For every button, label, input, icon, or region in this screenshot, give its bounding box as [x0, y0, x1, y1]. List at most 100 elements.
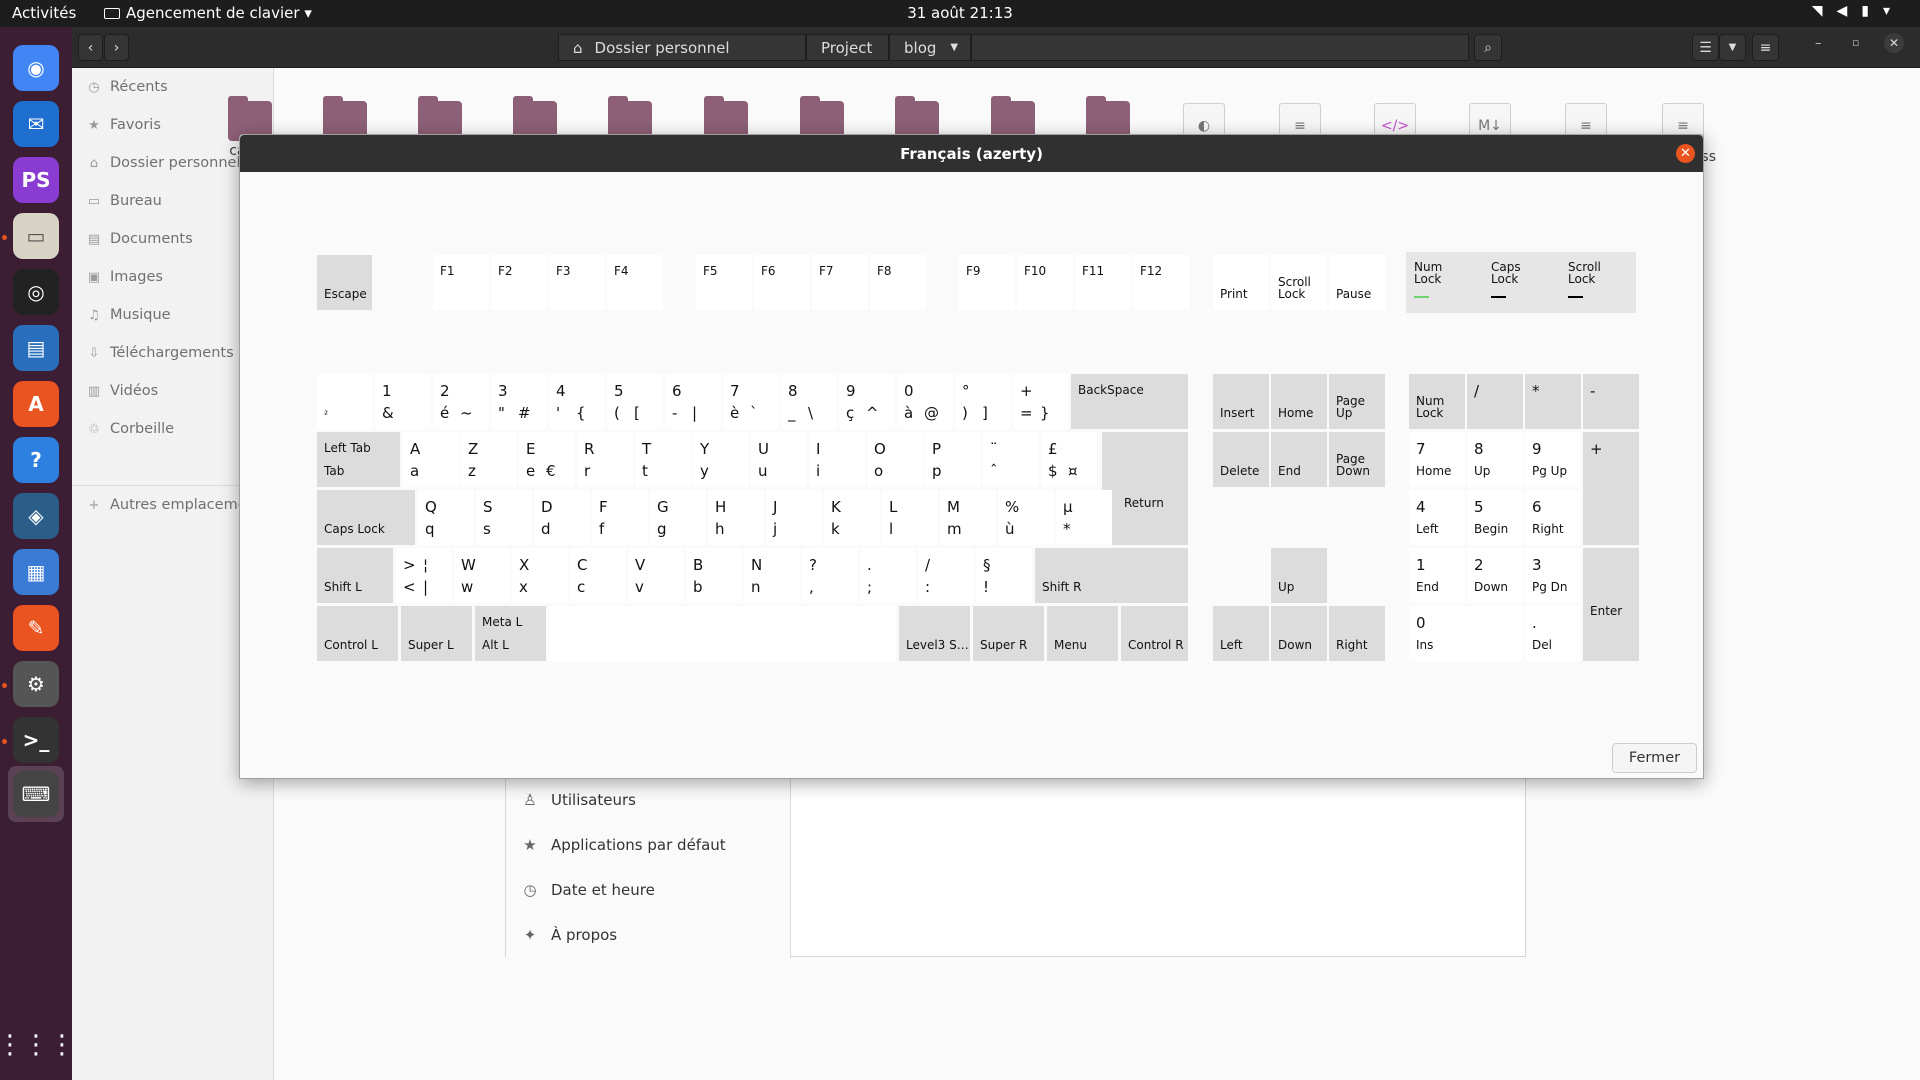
- download-icon: ⇩: [88, 345, 100, 361]
- dock-drawing[interactable]: ✎: [8, 600, 64, 656]
- key-label: Tab: [324, 464, 345, 478]
- key-numpad-k8: 8 Up: [1467, 432, 1523, 487]
- settings-item-about[interactable]: ✦ À propos: [521, 920, 617, 950]
- key-numpad-enter: Enter: [1583, 548, 1639, 661]
- key-label: v: [635, 578, 644, 596]
- key-pgup: Page Up: [1329, 374, 1385, 429]
- key-numpad-div: /: [1467, 374, 1523, 429]
- key-space: [549, 606, 896, 661]
- dock-files[interactable]: ▭: [8, 208, 64, 264]
- key-numpad-mul: *: [1525, 374, 1581, 429]
- key-label: Left: [1416, 522, 1439, 536]
- dock-screenshot[interactable]: ▦: [8, 544, 64, 600]
- dock-mysql-workbench[interactable]: ◈: [8, 488, 64, 544]
- minimize-button[interactable]: –: [1815, 36, 1822, 51]
- path-bar-empty[interactable]: [971, 34, 1469, 61]
- key-label: P: [932, 440, 942, 458]
- key-label: 8: [788, 382, 798, 400]
- key-shift-r: Shift R: [1035, 548, 1188, 603]
- menu-button[interactable]: ≡: [1752, 34, 1779, 61]
- key-label: K: [831, 498, 841, 516]
- key-label: +: [1590, 440, 1603, 458]
- key-f4: F4: [607, 255, 663, 310]
- clock-icon: ◷: [88, 79, 100, 95]
- keyboard-layout-dialog: Français (azerty) ✕ Escape F1 F2 F3 F4 F5 F6 F7…: [239, 134, 1704, 779]
- dock-help[interactable]: ?: [8, 432, 64, 488]
- key-label: £: [1048, 440, 1058, 458]
- key-row3: Gg: [650, 490, 706, 545]
- search-button[interactable]: ⌕: [1474, 34, 1502, 61]
- dialog-close-button[interactable]: ✕: [1676, 144, 1695, 163]
- key-num-lock: Num Lock: [1409, 374, 1465, 429]
- dock-keyboard-layout[interactable]: ⌨: [8, 766, 64, 822]
- key-label: e: [526, 462, 536, 480]
- key-label: F2: [498, 264, 513, 278]
- wifi-icon: ◥: [1811, 3, 1837, 19]
- key-label: Left Tab: [324, 441, 371, 455]
- key-label: o: [874, 462, 884, 480]
- chevron-right-icon: ›: [113, 39, 120, 56]
- key-label: %: [1005, 498, 1020, 516]
- breadcrumb-blog[interactable]: blog ▼: [889, 34, 971, 61]
- window-close-button[interactable]: ✕: [1884, 33, 1904, 53]
- dock-settings[interactable]: ⚙: [8, 656, 64, 712]
- key-label: Return: [1124, 496, 1164, 510]
- back-button[interactable]: ‹: [78, 34, 103, 61]
- forward-button[interactable]: ›: [104, 34, 129, 61]
- keyboard-layout-menu[interactable]: Agencement de clavier ▾: [104, 4, 312, 22]
- view-options-button[interactable]: ▼: [1719, 34, 1746, 61]
- key-backspace: BackSpace: [1071, 374, 1188, 429]
- dock-thunderbird[interactable]: ✉: [8, 96, 64, 152]
- search-icon: ⌕: [1484, 39, 1492, 56]
- key-left: Left: [1213, 606, 1269, 661]
- led-panel: Num Lock Caps Lock Scroll Lock: [1406, 252, 1636, 313]
- sidebar-item-label: Musique: [110, 307, 171, 323]
- key-label: 6: [1532, 498, 1542, 516]
- settings-item-default-apps[interactable]: ★ Applications par défaut: [521, 830, 725, 860]
- key-label: &: [382, 404, 394, 422]
- maximize-button[interactable]: ▫: [1852, 36, 1859, 49]
- key-label: <: [403, 578, 416, 596]
- key-row1: °)]: [955, 374, 1011, 429]
- key-label: ": [498, 404, 505, 422]
- key-row1: 0 à @: [897, 374, 953, 429]
- key-control-l: Control L: [317, 606, 398, 661]
- key-label: C: [577, 556, 588, 574]
- activities-button[interactable]: Activités: [12, 4, 76, 22]
- key-row2: Ee €: [519, 432, 575, 487]
- clock[interactable]: 31 août 21:13: [907, 4, 1013, 22]
- home-icon: ⌂: [89, 155, 99, 171]
- key-row3: µ *: [1056, 490, 1112, 545]
- key-f12: F12: [1133, 255, 1189, 310]
- key-label: Control L: [324, 638, 378, 652]
- key-label: Up: [1474, 464, 1491, 478]
- close-dialog-button[interactable]: Fermer: [1612, 743, 1697, 773]
- key-label: R: [584, 440, 595, 458]
- breadcrumb-project[interactable]: Project: [806, 34, 889, 61]
- show-apps-button[interactable]: ⋮⋮⋮: [0, 1017, 75, 1073]
- dock-phpstorm[interactable]: PS: [8, 152, 64, 208]
- key-row1: 6 - |: [665, 374, 721, 429]
- key-label: Num Lock: [1416, 394, 1445, 420]
- dock-software-center[interactable]: A: [8, 376, 64, 432]
- settings-item-users[interactable]: ♙ Utilisateurs: [521, 785, 636, 815]
- star-icon: ★: [523, 836, 537, 854]
- settings-item-about-label: À propos: [551, 926, 618, 944]
- key-end: End: [1271, 432, 1327, 487]
- key-label: Y: [700, 440, 710, 458]
- key-label: .: [867, 556, 872, 574]
- dock-rhythmbox[interactable]: ◎: [8, 264, 64, 320]
- breadcrumb-home[interactable]: ⌂ Dossier personnel: [558, 34, 806, 61]
- key-label: |: [423, 578, 429, 596]
- running-indicator: [2, 739, 7, 744]
- files-icon: ▭: [13, 213, 59, 259]
- settings-item-date-time[interactable]: ◷ Date et heure: [521, 875, 654, 905]
- breadcrumb-home-label: Dossier personnel: [594, 38, 730, 57]
- dock-terminal[interactable]: >_: [8, 712, 64, 768]
- dock-chrome[interactable]: ◉: [8, 40, 64, 96]
- system-menu[interactable]: ◥◀▮▾: [1812, 3, 1904, 19]
- key-f11: F11: [1075, 255, 1131, 310]
- list-view-button[interactable]: ☰: [1692, 34, 1719, 61]
- key-label: 2: [1474, 556, 1484, 574]
- dock-libreoffice-writer[interactable]: ▤: [8, 320, 64, 376]
